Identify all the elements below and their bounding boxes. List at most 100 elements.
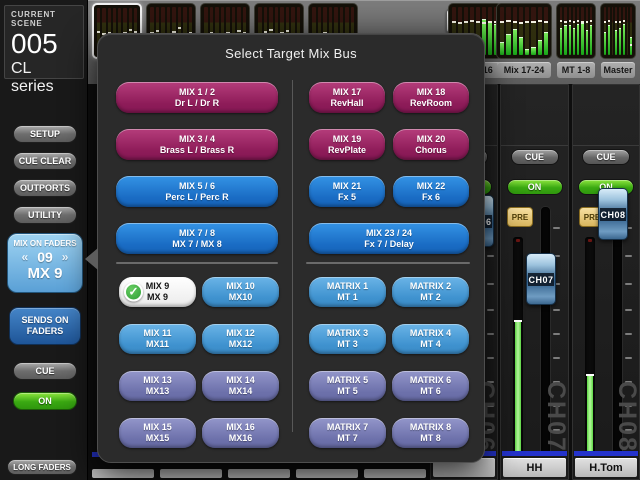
dialog-button-mix-23-24[interactable]: MIX 23 / 24Fx 7 / Delay xyxy=(309,223,469,254)
dialog-button-mix-14[interactable]: MIX 14MX14 xyxy=(202,371,279,401)
meter-peak-mark xyxy=(581,21,583,23)
on-button-ch07[interactable]: ON xyxy=(507,179,563,195)
meter-column xyxy=(604,7,606,55)
pre-indicator-ch07[interactable]: PRE xyxy=(507,207,533,227)
bus-name: Fx 5 xyxy=(338,192,356,203)
dialog-button-mix-17[interactable]: MIX 17RevHall xyxy=(309,82,385,113)
output-meter-label-mix-17-24[interactable]: Mix 17-24 xyxy=(497,62,551,78)
current-scene-label: CURRENT SCENE xyxy=(11,10,77,28)
bus-name: MT 6 xyxy=(420,386,441,397)
meter-green-fill xyxy=(581,24,583,55)
cue-button-ch08[interactable]: CUE xyxy=(582,149,630,165)
level-meter-fill xyxy=(515,322,521,453)
master-on-button[interactable]: ON xyxy=(13,392,77,410)
mix-next-arrow-icon[interactable]: » xyxy=(62,250,69,264)
dialog-button-matrix-4[interactable]: MATRIX 4MT 4 xyxy=(392,324,469,354)
sidebar-item-setup[interactable]: SETUP xyxy=(13,125,77,143)
meter-green-fill xyxy=(604,33,606,55)
cue-button-ch07[interactable]: CUE xyxy=(511,149,559,165)
bus-number: MIX 13 xyxy=(143,375,172,386)
dialog-button-matrix-5[interactable]: MATRIX 5MT 5 xyxy=(309,371,386,401)
fader-knob-ch07[interactable]: CH07 xyxy=(526,253,556,305)
dialog-button-mix-22[interactable]: MIX 22Fx 6 xyxy=(393,176,469,207)
channel-color-bar xyxy=(502,451,567,456)
meter-column xyxy=(573,7,575,55)
mix-pairs-left-group: MIX 1 / 2Dr L / Dr R MIX 3 / 4Brass L / B… xyxy=(116,82,278,254)
dialog-button-mix-16[interactable]: MIX 16MX16 xyxy=(202,418,279,448)
dialog-button-mix-3-4[interactable]: MIX 3 / 4Brass L / Brass R xyxy=(116,129,278,160)
dialog-button-mix-9[interactable]: ✓MIX 9MX 9 xyxy=(119,277,196,307)
sidebar-item-utility[interactable]: UTILITY xyxy=(13,206,77,224)
dialog-button-mix-20[interactable]: MIX 20Chorus xyxy=(393,129,469,160)
dialog-button-mix-19[interactable]: MIX 19RevPlate xyxy=(309,129,385,160)
dialog-button-mix-15[interactable]: MIX 15MX15 xyxy=(119,418,196,448)
meter-column xyxy=(586,7,588,55)
bus-name: MT 3 xyxy=(337,339,358,350)
fader-scale-tick xyxy=(553,357,560,359)
output-meter-block-master[interactable] xyxy=(600,3,636,59)
sidebar-item-cue-clear[interactable]: CUE CLEAR xyxy=(13,152,77,170)
console-series-label: CL series xyxy=(11,60,77,96)
dialog-button-matrix-6[interactable]: MATRIX 6MT 6 xyxy=(392,371,469,401)
meter-green-fill xyxy=(564,26,566,55)
meter-peak-mark xyxy=(564,21,566,23)
dialog-button-mix-7-8[interactable]: MIX 7 / 8MX 7 / MX 8 xyxy=(116,223,278,254)
dialog-button-mix-11[interactable]: MIX 11MX11 xyxy=(119,324,196,354)
channel-strip-ch08: CUEONPRECH08CH08H.Tom xyxy=(572,84,640,480)
level-meter-fill xyxy=(587,376,593,453)
dialog-button-mix-5-6[interactable]: MIX 5 / 6Perc L / Perc R xyxy=(116,176,278,207)
meter-peak-mark xyxy=(608,20,610,22)
meter-green-fill xyxy=(623,25,625,55)
meter-green-top xyxy=(615,30,617,31)
output-meter-label-mt-1-8[interactable]: MT 1-8 xyxy=(557,62,595,78)
meter-peak-mark xyxy=(178,27,182,29)
dialog-button-matrix-2[interactable]: MATRIX 2MT 2 xyxy=(392,277,469,307)
bus-number: MIX 17 xyxy=(333,87,362,98)
output-meter-label-master[interactable]: Master xyxy=(601,62,635,78)
bus-name: MT 2 xyxy=(420,292,441,303)
bus-name: MT 4 xyxy=(420,339,441,350)
dialog-button-mix-21[interactable]: MIX 21Fx 5 xyxy=(309,176,385,207)
meter-green-fill xyxy=(577,25,579,55)
meter-peak-mark xyxy=(615,21,617,23)
output-meter-block-mt-1-8[interactable] xyxy=(556,3,596,59)
meter-green-top xyxy=(506,34,510,35)
bus-number: MIX 16 xyxy=(226,422,255,433)
current-scene-box[interactable]: CURRENT SCENE 005 CL series xyxy=(4,5,84,79)
dialog-button-mix-13[interactable]: MIX 13MX13 xyxy=(119,371,196,401)
mix-name: MX 9 xyxy=(8,265,82,282)
dialog-button-matrix-8[interactable]: MATRIX 8MT 8 xyxy=(392,418,469,448)
meter-column xyxy=(560,7,562,55)
bus-name: MX15 xyxy=(146,433,170,444)
meter-green-top xyxy=(573,28,575,29)
dialog-button-mix-12[interactable]: MIX 12MX12 xyxy=(202,324,279,354)
meter-column xyxy=(544,7,548,55)
clip-indicator xyxy=(516,239,520,242)
dialog-button-matrix-1[interactable]: MATRIX 1MT 1 xyxy=(309,277,386,307)
meter-column xyxy=(488,7,492,55)
level-meter-ch08 xyxy=(585,237,595,455)
dialog-button-matrix-7[interactable]: MATRIX 7MT 7 xyxy=(309,418,386,448)
mix-on-faders-selector[interactable]: MIX ON FADERS « 09 » MX 9 xyxy=(7,233,83,293)
master-cue-button[interactable]: CUE xyxy=(13,362,77,380)
scene-number: 005 xyxy=(11,29,77,59)
bus-name: MT 5 xyxy=(337,386,358,397)
output-meter-block-mix-17-24[interactable] xyxy=(496,3,552,59)
dialog-button-mix-18[interactable]: MIX 18RevRoom xyxy=(393,82,469,113)
bus-number: MIX 11 xyxy=(143,328,171,339)
sends-on-faders-button[interactable]: SENDS ON FADERS xyxy=(9,307,81,345)
dialog-button-mix-1-2[interactable]: MIX 1 / 2Dr L / Dr R xyxy=(116,82,278,113)
fader-scale-tick xyxy=(625,333,632,335)
meter-green-fill xyxy=(544,33,548,55)
long-faders-button[interactable]: LONG FADERS xyxy=(7,459,77,475)
meter-green-top xyxy=(586,30,588,31)
fader-knob-ch08[interactable]: CH08 xyxy=(598,188,628,240)
sidebar-item-outports[interactable]: OUTPORTS xyxy=(13,179,77,197)
dialog-button-matrix-3[interactable]: MATRIX 3MT 3 xyxy=(309,324,386,354)
dialog-button-mix-10[interactable]: MIX 10MX10 xyxy=(202,277,279,307)
meter-green-top xyxy=(482,19,486,20)
bus-number: MATRIX 7 xyxy=(327,422,368,433)
mix-prev-arrow-icon[interactable]: « xyxy=(22,250,29,264)
selected-check-icon: ✓ xyxy=(124,283,143,302)
meter-column xyxy=(630,7,632,55)
